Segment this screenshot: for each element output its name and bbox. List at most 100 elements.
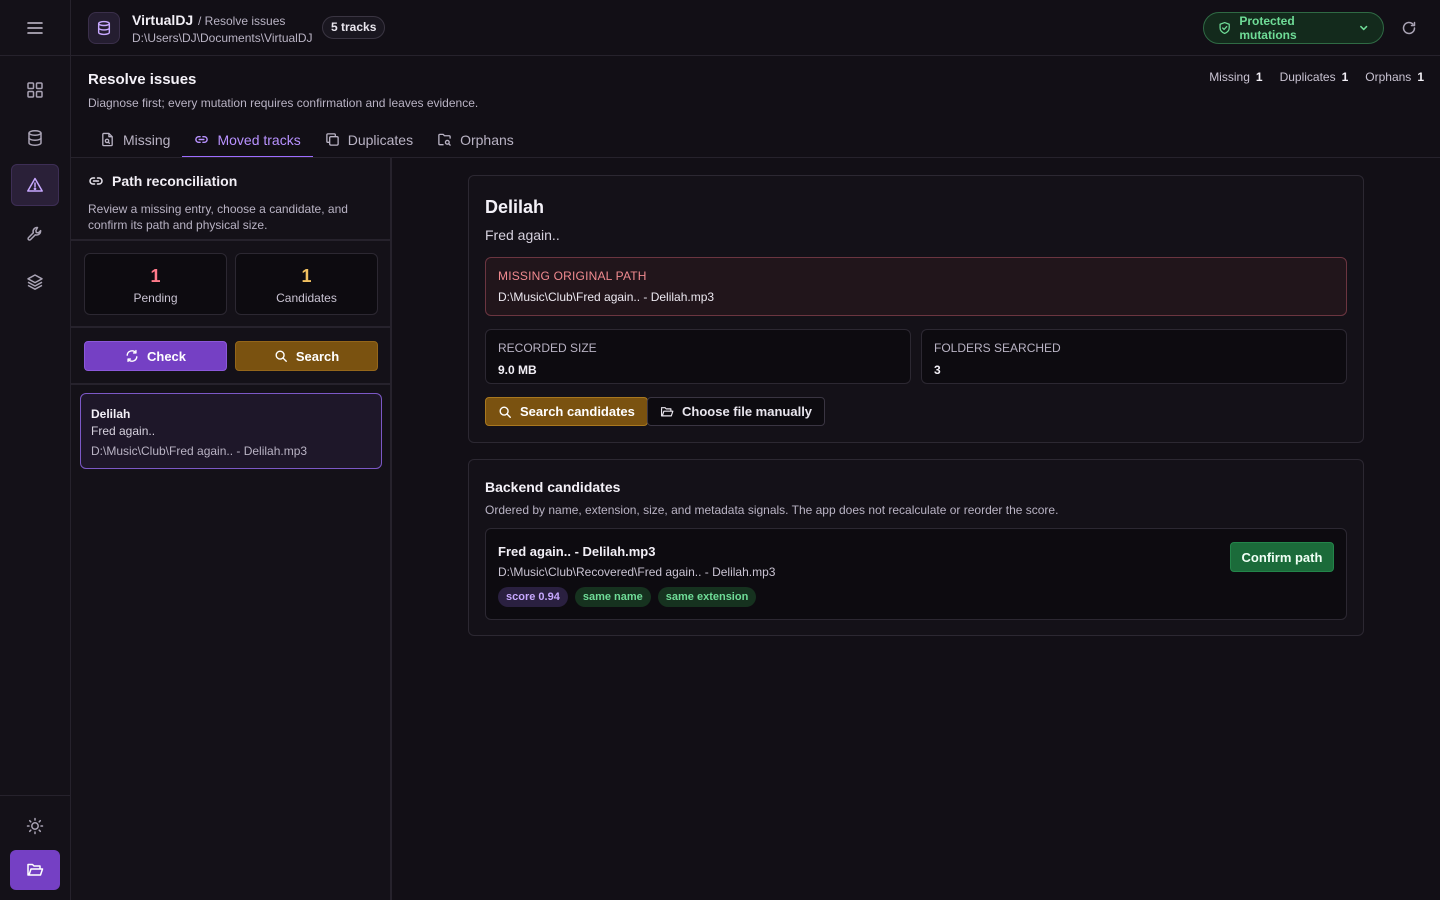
copy-icon: [325, 133, 339, 146]
panel-header: Path reconciliation Review a missing ent…: [88, 173, 378, 233]
candidate-signals: score 0.94 same name same extension: [498, 587, 757, 607]
tab-missing-label: Missing: [123, 131, 171, 148]
panel-description: Review a missing entry, choose a candida…: [88, 202, 348, 232]
shield-check-icon: [1219, 21, 1230, 35]
tab-moved-tracks[interactable]: Moved tracks: [182, 123, 313, 158]
missing-path-box: MISSING ORIGINAL PATH D:\Music\Club\Fred…: [485, 257, 1347, 316]
backend-candidates-card: Backend candidates Ordered by name, exte…: [468, 459, 1364, 636]
file-search-icon: [102, 132, 113, 147]
refresh-icon: [1402, 21, 1416, 35]
folders-searched-label: FOLDERS SEARCHED: [934, 341, 1061, 355]
issue-artist: Fred again..: [91, 424, 156, 438]
search-icon: [499, 405, 511, 418]
menu-button[interactable]: [0, 0, 70, 56]
candidate-path: D:\Music\Club\Recovered\Fred again.. - D…: [498, 565, 776, 579]
search-candidates-label: Search candidates: [520, 404, 635, 419]
track-detail-card: Delilah Fred again.. MISSING ORIGINAL PA…: [468, 175, 1364, 443]
tab-orphans-label: Orphans: [460, 131, 514, 148]
nav-database[interactable]: [11, 117, 59, 159]
recorded-size-value: 9.0 MB: [498, 363, 537, 377]
tab-duplicates[interactable]: Duplicates: [313, 123, 425, 158]
refresh-button[interactable]: [1398, 17, 1420, 39]
database-icon: [97, 20, 111, 36]
check-button-label: Check: [146, 348, 187, 364]
panel-divider: [71, 239, 390, 241]
path-reconciliation-panel: Path reconciliation Review a missing ent…: [71, 158, 392, 900]
alert-triangle-icon: [27, 177, 43, 192]
theme-toggle[interactable]: [11, 805, 59, 847]
stat-pending-value: 1: [150, 266, 161, 286]
rail-divider: [0, 795, 70, 796]
candidate-row: Fred again.. - Delilah.mp3 D:\Music\Club…: [485, 528, 1347, 620]
stat-pending-label: Pending: [133, 291, 178, 305]
open-library-button[interactable]: [10, 850, 60, 890]
page-title: Resolve issues: [88, 71, 197, 88]
stat-pending: 1 Pending: [84, 253, 227, 315]
tab-missing[interactable]: Missing: [88, 123, 182, 158]
chevron-down-icon: [1359, 25, 1367, 31]
panel-title: Path reconciliation: [88, 173, 378, 189]
choose-file-manually-label: Choose file manually: [682, 404, 813, 419]
candidates-title: Backend candidates: [485, 479, 621, 495]
nav-tools[interactable]: [11, 213, 59, 255]
signal-badge: same name: [574, 587, 651, 607]
search-icon: [275, 350, 287, 362]
nav-dashboard[interactable]: [11, 69, 59, 111]
menu-icon: [27, 21, 43, 34]
layers-icon: [27, 274, 43, 290]
candidates-subtitle: Ordered by name, extension, size, and me…: [485, 503, 1059, 517]
refresh-icon: [126, 349, 138, 363]
check-button[interactable]: Check: [84, 341, 227, 371]
sun-icon: [26, 817, 44, 835]
folder-search-icon: [438, 133, 451, 146]
app-name: VirtualDJ: [132, 12, 194, 28]
search-button-label: Search: [295, 348, 340, 364]
database-icon: [28, 130, 42, 146]
signal-badge: same extension: [657, 587, 757, 607]
count-missing: Missing 1: [1209, 70, 1263, 84]
top-bar: VirtualDJ / Resolve issues D:\Users\DJ\D…: [71, 0, 1440, 56]
breadcrumb: / Resolve issues: [198, 14, 286, 28]
folders-searched-value: 3: [934, 363, 941, 377]
library-badge: [88, 12, 120, 44]
track-title: Delilah: [485, 197, 545, 217]
page-subtitle: Diagnose first; every mutation requires …: [88, 96, 479, 110]
search-candidates-button[interactable]: Search candidates: [485, 397, 648, 426]
score-badge: score 0.94: [498, 587, 568, 607]
count-duplicates: Duplicates 1: [1279, 70, 1349, 84]
nav-rail: [0, 0, 71, 900]
protected-mutations-label: Protected mutations: [1239, 14, 1297, 42]
wrench-icon: [27, 226, 42, 241]
choose-file-manually-button[interactable]: Choose file manually: [647, 397, 826, 426]
link-icon: [195, 135, 209, 144]
count-orphans: Orphans 1: [1365, 70, 1424, 84]
nav-layers[interactable]: [11, 261, 59, 303]
panel-divider: [71, 326, 390, 328]
panel-title-text: Path reconciliation: [112, 173, 238, 189]
dashboard-icon: [27, 82, 43, 98]
recorded-size-label: RECORDED SIZE: [498, 341, 597, 355]
list-item[interactable]: Delilah Fred again.. D:\Music\Club\Fred …: [80, 393, 382, 469]
stat-candidates-value: 1: [301, 266, 312, 286]
folder-open-icon: [660, 406, 674, 416]
tracks-count-badge: 5 tracks: [322, 16, 386, 39]
issue-path: D:\Music\Club\Fred again.. - Delilah.mp3: [91, 444, 308, 458]
issue-tabs: Missing Moved tracks Duplicates Orphans: [88, 123, 526, 158]
tab-duplicates-label: Duplicates: [347, 131, 414, 148]
tab-orphans[interactable]: Orphans: [425, 123, 526, 158]
missing-path-label: MISSING ORIGINAL PATH: [498, 269, 647, 283]
track-artist: Fred again..: [485, 227, 560, 243]
recorded-size-box: RECORDED SIZE 9.0 MB: [485, 329, 911, 384]
confirm-path-button[interactable]: Confirm path: [1230, 542, 1334, 572]
candidate-name: Fred again.. - Delilah.mp3: [498, 544, 656, 559]
search-button[interactable]: Search: [235, 341, 378, 371]
issue-title: Delilah: [91, 407, 131, 421]
link-icon: [89, 177, 103, 185]
missing-path-value: D:\Music\Club\Fred again.. - Delilah.mp3: [498, 290, 715, 304]
stat-candidates-label: Candidates: [276, 291, 337, 305]
issue-counts: Missing 1 Duplicates 1 Orphans 1: [1209, 70, 1424, 84]
tab-moved-tracks-label: Moved tracks: [217, 131, 301, 148]
protected-mutations-button[interactable]: Protected mutations: [1203, 12, 1384, 44]
nav-issues[interactable]: [11, 164, 59, 206]
folder-open-icon: [27, 863, 44, 876]
